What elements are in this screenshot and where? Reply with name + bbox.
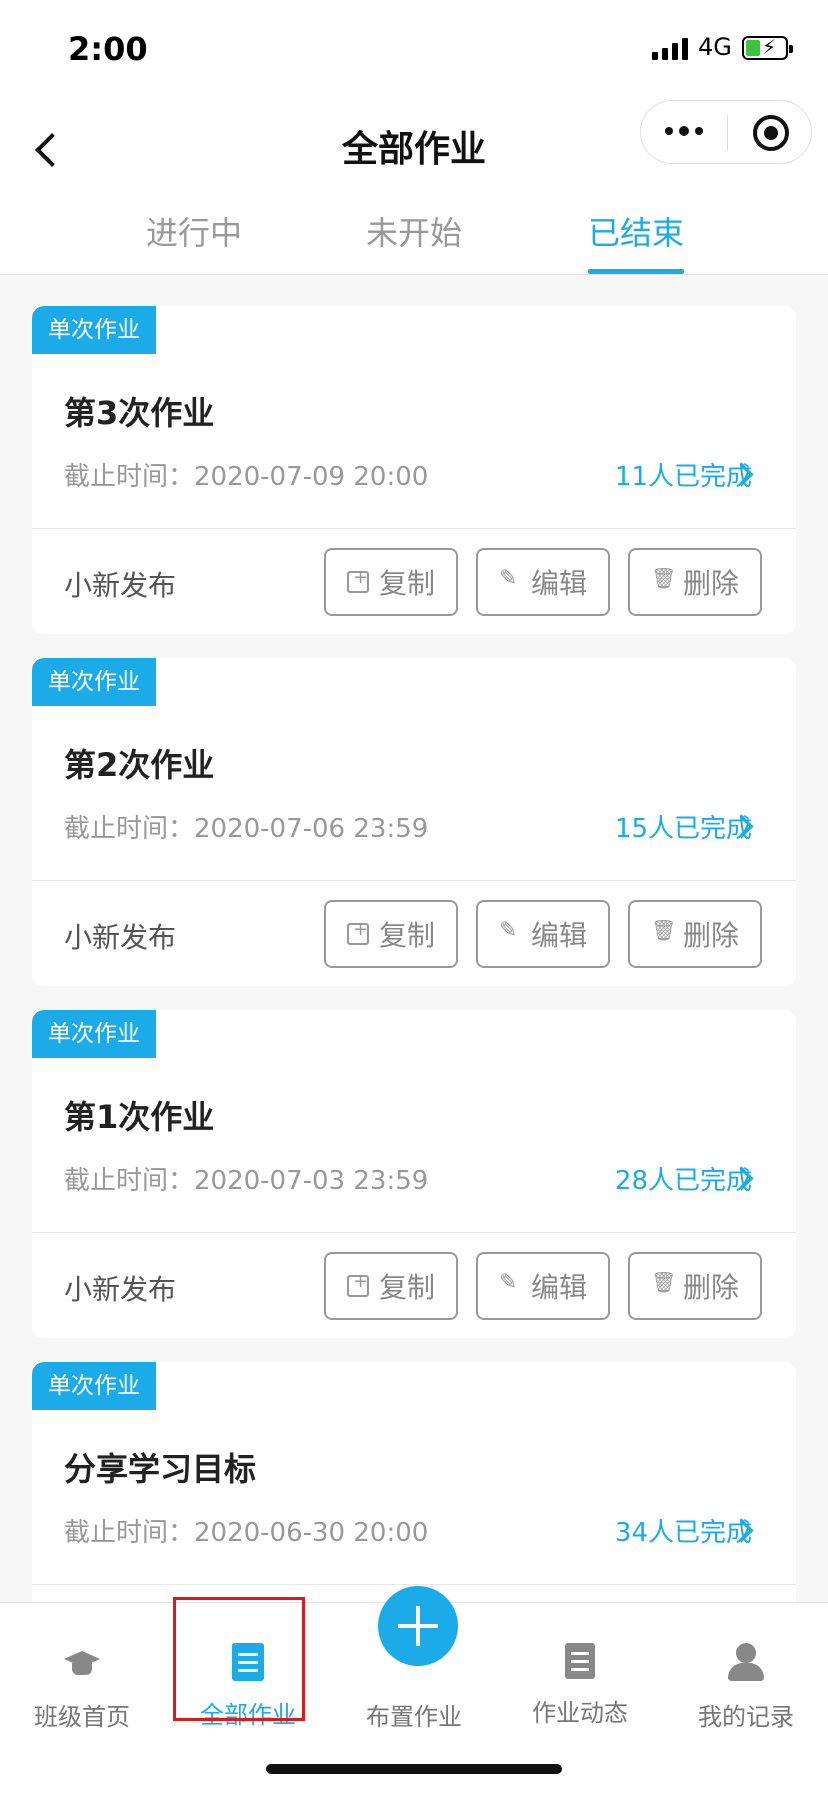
- assignment-type-badge: 单次作业: [32, 1010, 156, 1058]
- card-divider: [32, 1232, 796, 1233]
- trash-icon: [651, 918, 676, 946]
- status-bar: 2:00 4G ⚡: [0, 0, 828, 100]
- graduation-cap-icon: [62, 1643, 102, 1683]
- card-divider: [32, 880, 796, 881]
- trash-icon: [651, 1270, 676, 1298]
- trash-icon: [651, 566, 676, 594]
- user-icon: [726, 1643, 766, 1683]
- tab-not-started[interactable]: 未开始: [344, 208, 484, 272]
- list-icon: [565, 1643, 595, 1679]
- tabbar-label: 班级首页: [34, 1703, 130, 1731]
- capsule-divider: [727, 115, 728, 151]
- delete-label: 删除: [682, 567, 739, 600]
- publisher-label: 小新发布: [64, 1273, 177, 1306]
- edit-label: 编辑: [530, 567, 587, 600]
- publisher-label: 小新发布: [64, 921, 177, 954]
- signal-icon: [652, 38, 688, 60]
- document-icon: [232, 1643, 264, 1681]
- home-indicator: [266, 1764, 562, 1774]
- assignment-title: 第3次作业: [64, 394, 215, 432]
- assignment-deadline: 截止时间：2020-07-06 23:59: [64, 814, 429, 844]
- assignment-title: 第2次作业: [64, 746, 215, 784]
- assignment-deadline: 截止时间：2020-07-09 20:00: [64, 462, 429, 492]
- assignment-title: 分享学习目标: [64, 1450, 257, 1488]
- copy-button[interactable]: 复制: [324, 900, 458, 968]
- copy-icon: [346, 567, 369, 593]
- delete-button[interactable]: 删除: [628, 1252, 762, 1320]
- card-divider: [32, 528, 796, 529]
- assignment-type-badge: 单次作业: [32, 1362, 156, 1410]
- copy-icon: [346, 919, 369, 945]
- tabbar-item-class-home[interactable]: 班级首页: [12, 1643, 152, 1732]
- network-type: 4G: [698, 33, 732, 61]
- tabbar-item-my-records[interactable]: 我的记录: [676, 1643, 816, 1732]
- delete-label: 删除: [682, 1271, 739, 1304]
- delete-button[interactable]: 删除: [628, 548, 762, 616]
- copy-button[interactable]: 复制: [324, 1252, 458, 1320]
- tab-in-progress[interactable]: 进行中: [124, 208, 264, 272]
- status-time: 2:00: [68, 30, 148, 68]
- assignment-deadline: 截止时间：2020-07-03 23:59: [64, 1166, 429, 1196]
- tabbar-label: 我的记录: [698, 1703, 794, 1731]
- copy-button[interactable]: 复制: [324, 548, 458, 616]
- publisher-label: 小新发布: [64, 569, 177, 602]
- close-target-icon[interactable]: [753, 115, 789, 151]
- assignment-card[interactable]: 单次作业 分享学习目标 截止时间：2020-06-30 20:00 34人已完成: [32, 1362, 796, 1622]
- assignment-card[interactable]: 单次作业 第1次作业 截止时间：2020-07-03 23:59 28人已完成 …: [32, 1010, 796, 1338]
- delete-button[interactable]: 删除: [628, 900, 762, 968]
- edit-icon: [499, 918, 521, 946]
- copy-label: 复制: [378, 1271, 435, 1304]
- delete-label: 删除: [682, 919, 739, 952]
- more-icon[interactable]: [665, 126, 703, 136]
- add-assignment-button[interactable]: [378, 1586, 458, 1666]
- assignment-card[interactable]: 单次作业 第2次作业 截止时间：2020-07-06 23:59 15人已完成 …: [32, 658, 796, 986]
- edit-label: 编辑: [530, 1271, 587, 1304]
- status-tabs: 进行中 未开始 已结束: [0, 190, 828, 275]
- tabbar-label: 布置作业: [366, 1703, 462, 1731]
- nav-bar: 全部作业: [0, 100, 828, 190]
- edit-icon: [499, 566, 521, 594]
- assignment-type-badge: 单次作业: [32, 658, 156, 706]
- assignment-title: 第1次作业: [64, 1098, 215, 1136]
- edit-button[interactable]: 编辑: [476, 548, 610, 616]
- copy-label: 复制: [378, 919, 435, 952]
- tabbar-label: 全部作业: [200, 1701, 296, 1729]
- edit-icon: [499, 1270, 521, 1298]
- card-divider: [32, 1584, 796, 1585]
- edit-button[interactable]: 编辑: [476, 900, 610, 968]
- tabbar-label: 作业动态: [532, 1699, 628, 1727]
- assignment-card[interactable]: 单次作业 第3次作业 截止时间：2020-07-09 20:00 11人已完成 …: [32, 306, 796, 634]
- tabbar-item-all-assignments[interactable]: 全部作业: [178, 1643, 318, 1730]
- tab-ended[interactable]: 已结束: [566, 208, 706, 274]
- edit-label: 编辑: [530, 919, 587, 952]
- assignment-deadline: 截止时间：2020-06-30 20:00: [64, 1518, 429, 1548]
- edit-button[interactable]: 编辑: [476, 1252, 610, 1320]
- mini-program-capsule: [640, 100, 812, 164]
- copy-label: 复制: [378, 567, 435, 600]
- tabbar-item-activity[interactable]: 作业动态: [510, 1643, 650, 1728]
- assignment-type-badge: 单次作业: [32, 306, 156, 354]
- battery-icon: ⚡: [742, 35, 793, 60]
- copy-icon: [346, 1271, 369, 1297]
